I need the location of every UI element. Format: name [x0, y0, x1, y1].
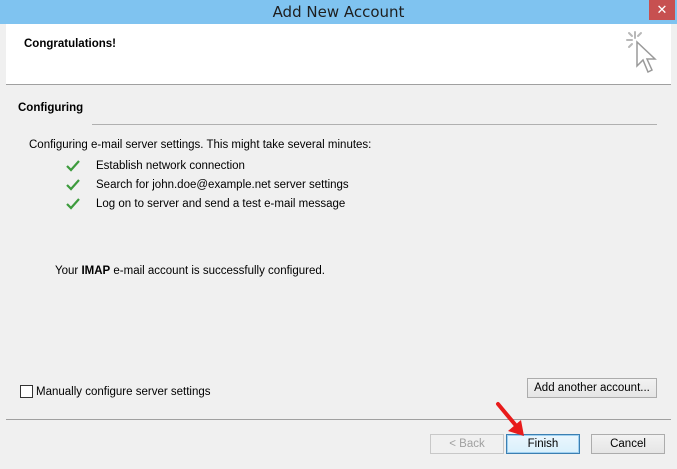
- wizard-cursor-icon: [626, 31, 657, 74]
- step-item: Log on to server and send a test e-mail …: [66, 195, 345, 213]
- success-suffix: e-mail account is successfully configure…: [110, 265, 325, 277]
- manual-config-checkbox[interactable]: [20, 385, 33, 399]
- footer-divider: [6, 419, 671, 420]
- status-intro: Configuring e-mail server settings. This…: [29, 139, 372, 151]
- title-bar[interactable]: Add New Account ✕: [0, 0, 677, 24]
- manual-config-label[interactable]: Manually configure server settings: [36, 386, 211, 398]
- cancel-button[interactable]: Cancel: [591, 434, 665, 454]
- header-title: Congratulations!: [24, 38, 116, 50]
- step-label: Establish network connection: [96, 160, 245, 172]
- checkmark-icon: [66, 198, 80, 210]
- step-label: Log on to server and send a test e-mail …: [96, 198, 346, 210]
- account-type: IMAP: [81, 265, 111, 277]
- manual-config-option[interactable]: Manually configure server settings: [20, 384, 211, 400]
- step-label: Search for john.doe@example.net server s…: [96, 179, 349, 191]
- add-account-dialog: Add New Account ✕ Congratulations! Confi…: [0, 0, 677, 469]
- back-button[interactable]: < Back: [430, 434, 504, 454]
- pointer-arrow-icon: [496, 402, 524, 436]
- close-button[interactable]: ✕: [649, 0, 675, 20]
- wizard-header: Congratulations!: [6, 24, 671, 85]
- success-message: Your IMAP e-mail account is successfully…: [55, 265, 325, 277]
- section-divider: [92, 124, 657, 125]
- add-another-account-button[interactable]: Add another account...: [527, 378, 657, 398]
- step-item: Establish network connection: [66, 157, 245, 175]
- step-item: Search for john.doe@example.net server s…: [66, 176, 349, 194]
- checkmark-icon: [66, 179, 80, 191]
- close-icon: ✕: [656, 2, 668, 17]
- window-title: Add New Account: [272, 3, 405, 21]
- section-title: Configuring: [18, 102, 84, 114]
- checkmark-icon: [66, 160, 80, 172]
- success-prefix: Your: [55, 265, 82, 277]
